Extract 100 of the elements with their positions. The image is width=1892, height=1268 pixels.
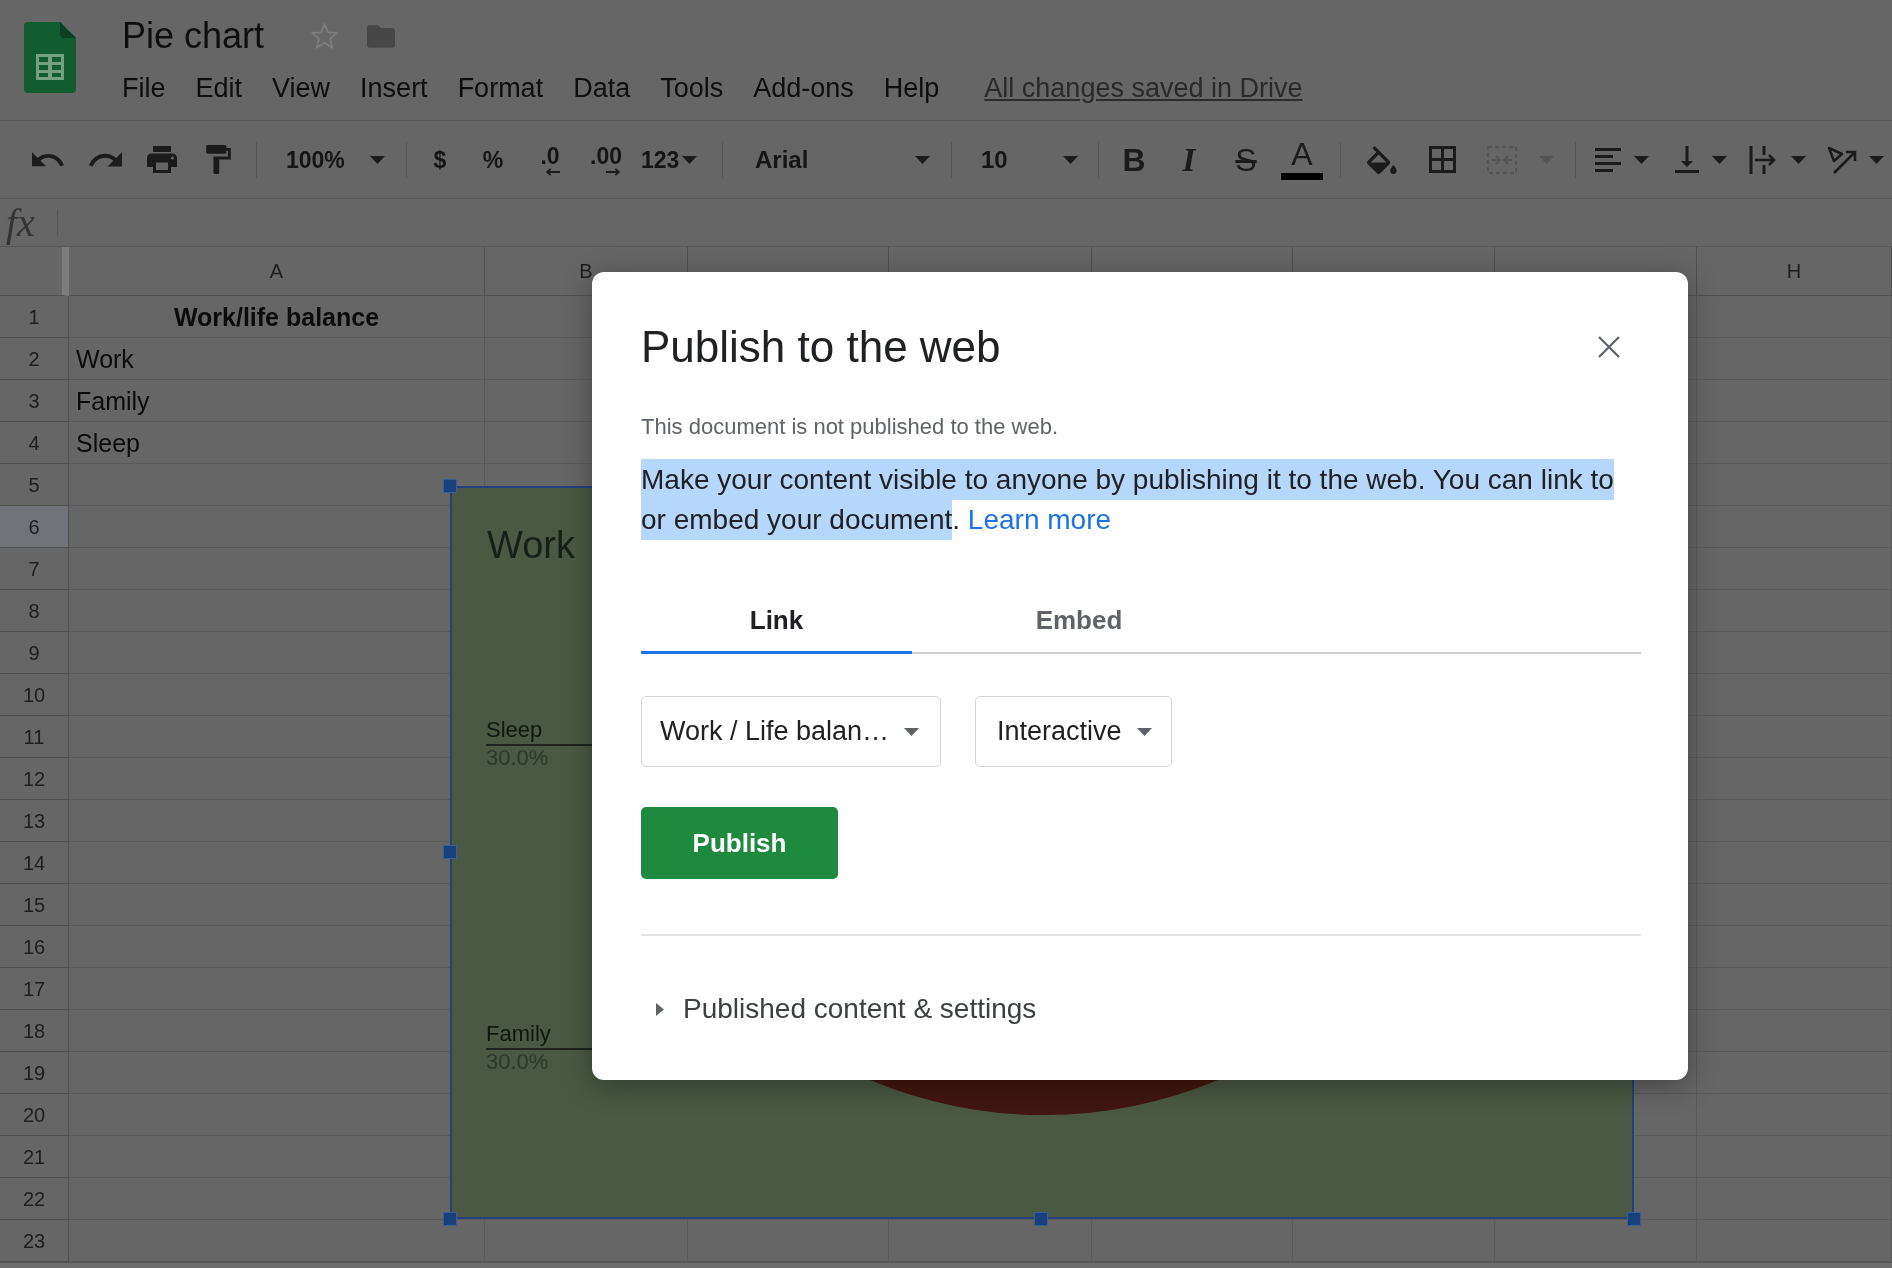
document-title[interactable]: Pie chart [122, 15, 265, 57]
row-header[interactable]: 3 [0, 380, 69, 422]
row-header[interactable]: 7 [0, 548, 69, 590]
caret-icon [682, 155, 698, 164]
text-wrap-icon [1749, 145, 1777, 174]
dialog-title: Publish to the web [641, 321, 1001, 373]
text-rotation-icon [1827, 145, 1857, 174]
row-header[interactable]: 9 [0, 632, 69, 674]
row-header[interactable]: 8 [0, 590, 69, 632]
row-header[interactable]: 15 [0, 884, 69, 926]
horizontal-scrollbar[interactable] [0, 1262, 1892, 1268]
publish-button[interactable]: Publish [641, 807, 838, 879]
row-header[interactable]: 2 [0, 338, 69, 380]
row-header[interactable]: 4 [0, 422, 69, 464]
caret-icon [1137, 727, 1152, 736]
increase-decimals-button[interactable]: .00 [590, 143, 622, 176]
italic-button[interactable]: I [1182, 141, 1196, 178]
folder-button[interactable] [367, 24, 396, 48]
row-header[interactable]: 22 [0, 1178, 69, 1220]
row-header[interactable]: 21 [0, 1136, 69, 1178]
row-header[interactable]: 10 [0, 674, 69, 716]
table-cell: Sleep [69, 422, 485, 464]
resize-handle[interactable] [443, 1212, 457, 1226]
table-cell: Work/life balance [69, 296, 485, 338]
row-header[interactable]: 14 [0, 842, 69, 884]
caret-icon [1634, 155, 1649, 164]
text-rotation-dropdown[interactable] [1827, 145, 1884, 174]
star-button[interactable] [311, 23, 339, 49]
tab[interactable]: Link [641, 590, 912, 654]
undo-button[interactable] [31, 152, 65, 167]
slice-label: Family [486, 1022, 552, 1046]
paint-bucket-icon [1367, 145, 1397, 174]
column-header[interactable]: H [1697, 247, 1892, 296]
row-header[interactable]: 23 [0, 1220, 69, 1262]
percent-button[interactable]: % [482, 145, 504, 174]
color-bar-icon [1281, 173, 1323, 180]
section-toggle[interactable]: Published content & settings [656, 991, 1037, 1027]
resize-handle[interactable] [443, 479, 457, 493]
row-header[interactable]: 6 [0, 506, 69, 548]
dropdown[interactable]: Work / Life balan… [641, 696, 941, 767]
caret-icon [1712, 155, 1727, 164]
row-header[interactable]: 5 [0, 464, 69, 506]
font-size-dropdown[interactable]: 10 [981, 145, 1078, 174]
text-color-button[interactable]: A [1281, 139, 1323, 180]
text-wrap-dropdown[interactable] [1749, 145, 1806, 174]
strikethrough-button[interactable]: S [1235, 141, 1257, 178]
currency-button[interactable]: $ [433, 145, 447, 174]
spreadsheet-logo-icon[interactable] [24, 22, 76, 93]
tab[interactable]: Embed [912, 590, 1246, 654]
redo-button[interactable] [88, 152, 122, 167]
status-text: This document is not published to the web. [641, 413, 1059, 441]
resize-handle[interactable] [1627, 1212, 1641, 1226]
caret-icon [904, 727, 919, 736]
star-icon [311, 23, 339, 49]
align-left-icon [1595, 147, 1621, 172]
row-header[interactable]: 11 [0, 716, 69, 758]
row-header[interactable]: 17 [0, 968, 69, 1010]
menu-item[interactable]: Tools [660, 72, 724, 104]
menu-item[interactable]: Data [573, 72, 631, 104]
resize-handle[interactable] [1034, 1212, 1048, 1226]
close-button[interactable] [1598, 336, 1620, 358]
decrease-decimals-button[interactable]: .0 [540, 143, 560, 176]
caret-icon [1063, 155, 1078, 164]
row-header[interactable]: 1 [0, 296, 69, 338]
redo-icon [88, 152, 122, 167]
caret-icon [915, 155, 930, 164]
learn-more-link[interactable]: Learn more [967, 504, 1112, 535]
dropdown[interactable]: Interactive [975, 696, 1172, 767]
menu-item[interactable]: Help [883, 72, 940, 104]
row-header[interactable]: 20 [0, 1094, 69, 1136]
align-bottom-icon [1675, 146, 1699, 173]
vertical-align-dropdown[interactable] [1675, 146, 1727, 173]
slice-label: Sleep [486, 718, 544, 742]
bold-button[interactable]: B [1122, 141, 1146, 178]
table-cell: Work [69, 338, 485, 380]
zoom-dropdown[interactable]: 100% [286, 145, 385, 174]
font-dropdown[interactable]: Arial [755, 145, 930, 174]
print-button[interactable] [147, 146, 177, 173]
menu-item[interactable]: Edit [195, 72, 243, 104]
row-header[interactable]: 19 [0, 1052, 69, 1094]
row-header[interactable]: 12 [0, 758, 69, 800]
horizontal-align-dropdown[interactable] [1595, 147, 1649, 172]
row-header[interactable]: 13 [0, 800, 69, 842]
fill-color-button[interactable] [1367, 145, 1397, 174]
paint-format-button[interactable] [205, 145, 231, 174]
undo-icon [31, 152, 65, 167]
chart-title: Work [487, 523, 575, 568]
menu-item[interactable]: Format [457, 72, 544, 104]
borders-button[interactable] [1428, 146, 1456, 173]
resize-handle[interactable] [443, 845, 457, 859]
menu-item[interactable]: Insert [360, 72, 428, 104]
number-format-dropdown[interactable]: 123 [641, 145, 698, 174]
row-header[interactable]: 16 [0, 926, 69, 968]
menu-item[interactable]: Add-ons [753, 72, 854, 104]
row-header[interactable]: 18 [0, 1010, 69, 1052]
caret-icon [370, 155, 385, 164]
menu-item[interactable]: View [272, 72, 331, 104]
save-status-link[interactable]: All changes saved in Drive [984, 72, 1303, 104]
menu-item[interactable]: File [122, 72, 166, 104]
column-header[interactable]: A [69, 247, 485, 296]
